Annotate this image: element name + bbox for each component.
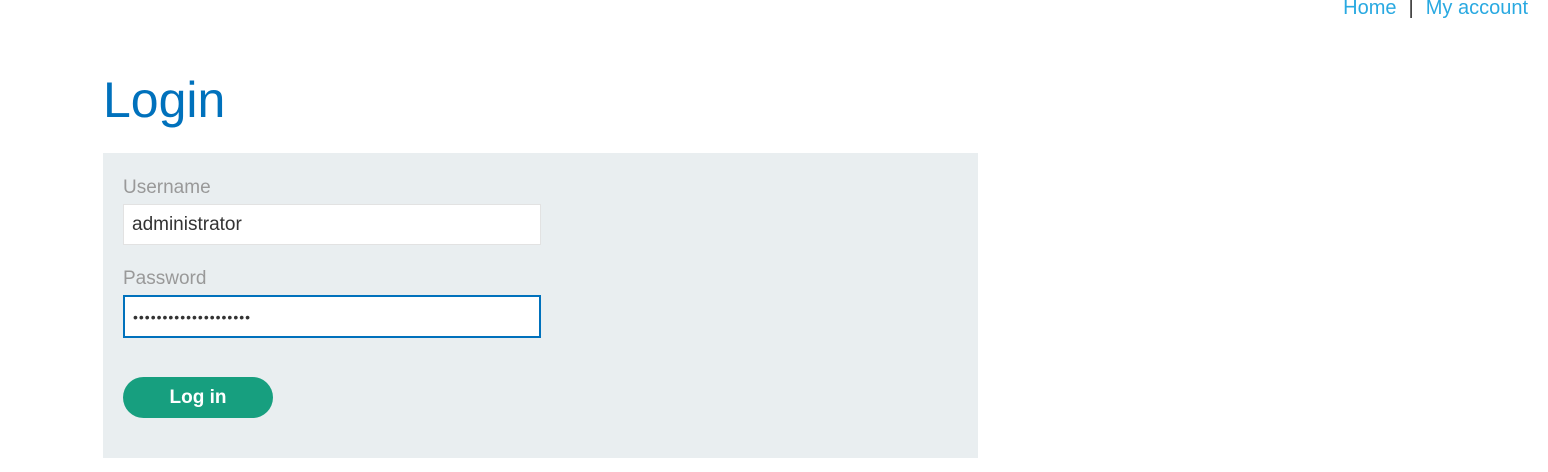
- my-account-link[interactable]: My account: [1426, 0, 1528, 20]
- nav-separator: |: [1408, 0, 1414, 19]
- top-navigation: Home | My account: [1343, 0, 1528, 20]
- home-link[interactable]: Home: [1343, 0, 1396, 20]
- username-label: Username: [123, 177, 211, 198]
- username-input[interactable]: [123, 204, 541, 245]
- page-title: Login: [103, 72, 226, 128]
- login-form: Username Password Log in: [103, 153, 978, 458]
- password-input[interactable]: [123, 295, 541, 338]
- login-page: Home | My account Login Username Passwor…: [0, 0, 1548, 472]
- login-button[interactable]: Log in: [123, 377, 273, 418]
- password-label: Password: [123, 268, 207, 289]
